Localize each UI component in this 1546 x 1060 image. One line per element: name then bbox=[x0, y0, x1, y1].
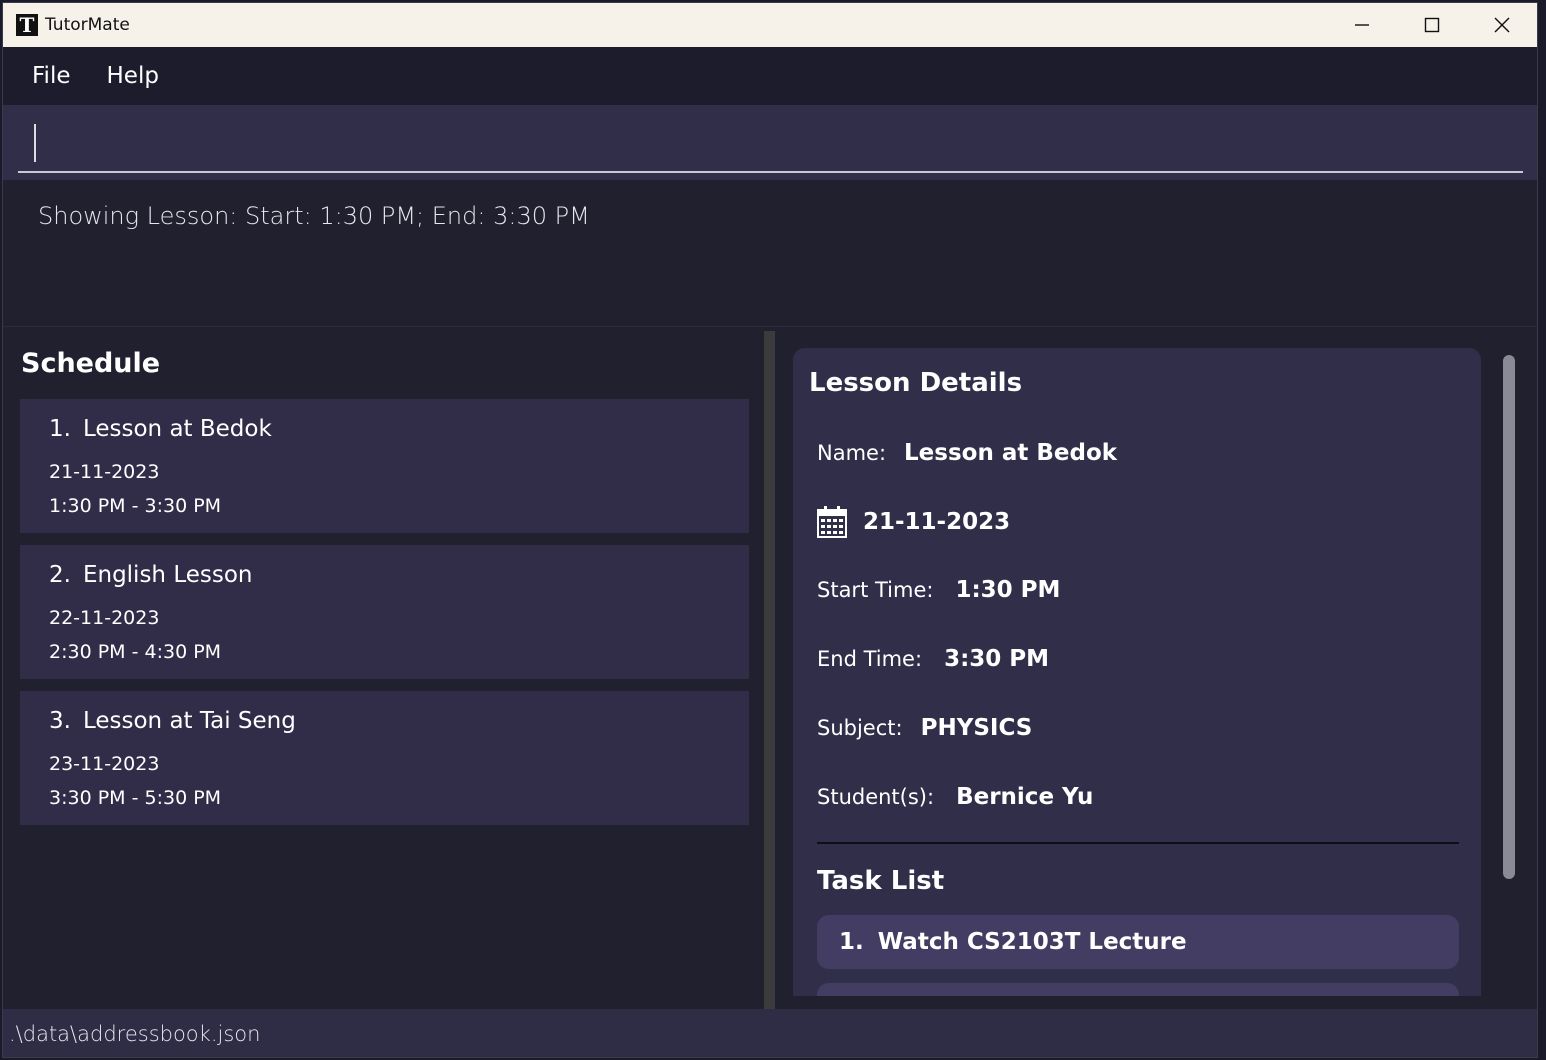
lesson-card[interactable]: 3. Lesson at Tai Seng 23-11-2023 3:30 PM … bbox=[20, 691, 749, 825]
task-text: Watch CS2103T Lecture bbox=[877, 929, 1187, 955]
start-time-label: Start Time: bbox=[817, 578, 934, 602]
command-input[interactable] bbox=[18, 111, 1523, 173]
lesson-index: 3. bbox=[49, 708, 71, 734]
end-time-label: End Time: bbox=[817, 647, 923, 671]
field-students: Student(s): Bernice Yu bbox=[817, 784, 1093, 810]
lesson-name: 1. Lesson at Bedok bbox=[49, 416, 272, 442]
menu-help[interactable]: Help bbox=[107, 63, 159, 89]
text-caret bbox=[34, 124, 36, 162]
result-message: Showing Lesson: Start: 1:30 PM; End: 3:3… bbox=[38, 202, 590, 230]
calendar-icon bbox=[817, 506, 847, 538]
split-pane-divider[interactable] bbox=[764, 331, 775, 1009]
field-end-time: End Time: 3:30 PM bbox=[817, 646, 1049, 672]
lesson-card[interactable]: 1. Lesson at Bedok 21-11-2023 1:30 PM - 3… bbox=[20, 399, 749, 533]
lesson-card[interactable]: 2. English Lesson 22-11-2023 2:30 PM - 4:… bbox=[20, 545, 749, 679]
menu-file[interactable]: File bbox=[32, 63, 71, 89]
maximize-icon bbox=[1424, 17, 1440, 33]
end-time-value: 3:30 PM bbox=[944, 646, 1050, 672]
field-subject: Subject: PHYSICS bbox=[817, 715, 1032, 741]
lesson-date: 22-11-2023 bbox=[49, 607, 160, 629]
lesson-time: 3:30 PM - 5:30 PM bbox=[49, 787, 222, 809]
minimize-button[interactable] bbox=[1327, 3, 1397, 47]
students-label: Student(s): bbox=[817, 785, 935, 809]
name-label: Name: bbox=[817, 441, 887, 465]
minimize-icon bbox=[1355, 24, 1369, 26]
lesson-index: 1. bbox=[49, 416, 71, 442]
date-value: 21-11-2023 bbox=[863, 509, 1011, 535]
schedule-title: Schedule bbox=[21, 348, 161, 379]
task-item[interactable]: 1. Watch CS2103T Lecture bbox=[817, 915, 1459, 969]
command-box bbox=[3, 105, 1537, 180]
lesson-title: English Lesson bbox=[82, 562, 253, 588]
lesson-date: 21-11-2023 bbox=[49, 461, 160, 483]
subject-value: PHYSICS bbox=[920, 715, 1033, 741]
close-button[interactable] bbox=[1467, 3, 1537, 47]
start-time-value: 1:30 PM bbox=[955, 577, 1061, 603]
task-index: 1. bbox=[839, 929, 864, 955]
app-logo-icon: T bbox=[16, 14, 38, 36]
status-bar: .\data\addressbook.json bbox=[3, 1009, 1537, 1057]
lesson-time: 2:30 PM - 4:30 PM bbox=[49, 641, 222, 663]
field-name: Name: Lesson at Bedok bbox=[817, 440, 1117, 466]
app-window: T TutorMate File Help Showing Lesson: St… bbox=[2, 2, 1538, 1058]
window-controls bbox=[1327, 3, 1537, 47]
field-start-time: Start Time: 1:30 PM bbox=[817, 577, 1060, 603]
lesson-details-card: Lesson Details Name: Lesson at Bedok 21-… bbox=[793, 348, 1481, 996]
lesson-title: Lesson at Bedok bbox=[82, 416, 272, 442]
field-date: 21-11-2023 bbox=[817, 506, 1010, 538]
section-separator bbox=[817, 842, 1459, 844]
title-bar[interactable]: T TutorMate bbox=[3, 3, 1537, 47]
schedule-panel: Schedule 1. Lesson at Bedok 21-11-2023 1:… bbox=[3, 328, 763, 1009]
details-title: Lesson Details bbox=[809, 368, 1023, 398]
window-title: TutorMate bbox=[45, 15, 130, 35]
lesson-name: 3. Lesson at Tai Seng bbox=[49, 708, 296, 734]
lesson-time: 1:30 PM - 3:30 PM bbox=[49, 495, 222, 517]
task-item-partial[interactable] bbox=[817, 983, 1459, 996]
subject-label: Subject: bbox=[817, 716, 903, 740]
data-file-path: .\data\addressbook.json bbox=[9, 1022, 261, 1046]
lesson-title: Lesson at Tai Seng bbox=[82, 708, 296, 734]
lesson-date: 23-11-2023 bbox=[49, 753, 160, 775]
lesson-index: 2. bbox=[49, 562, 71, 588]
menu-bar: File Help bbox=[3, 47, 1537, 105]
name-value: Lesson at Bedok bbox=[904, 440, 1118, 466]
task-list-title: Task List bbox=[817, 866, 945, 896]
lesson-details-panel: Lesson Details Name: Lesson at Bedok 21-… bbox=[775, 328, 1537, 1009]
lesson-name: 2. English Lesson bbox=[49, 562, 253, 588]
details-scrollbar[interactable] bbox=[1503, 355, 1515, 879]
result-display: Showing Lesson: Start: 1:30 PM; End: 3:3… bbox=[3, 180, 1537, 327]
close-icon bbox=[1494, 17, 1510, 33]
maximize-button[interactable] bbox=[1397, 3, 1467, 47]
students-value: Bernice Yu bbox=[956, 784, 1094, 810]
